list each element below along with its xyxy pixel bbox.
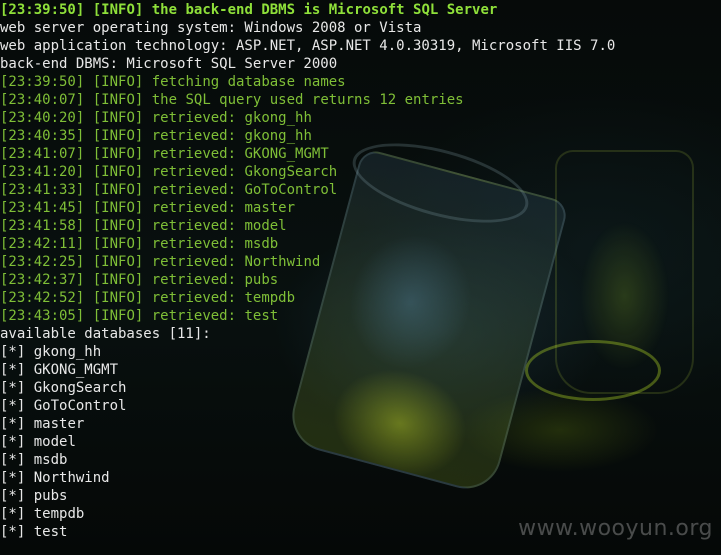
- database-list-item: [*] gkong_hh: [0, 344, 102, 360]
- log-line: [23:40:20] [INFO] retrieved: gkong_hh: [0, 110, 312, 126]
- info-line-dbms: back-end DBMS: Microsoft SQL Server 2000: [0, 56, 338, 72]
- log-line: [23:40:35] [INFO] retrieved: gkong_hh: [0, 128, 312, 144]
- log-line: [23:42:52] [INFO] retrieved: tempdb: [0, 290, 296, 306]
- log-line: [23:40:07] [INFO] the SQL query used ret…: [0, 92, 464, 108]
- log-line: [23:42:37] [INFO] retrieved: pubs: [0, 272, 279, 288]
- log-line: [23:41:45] [INFO] retrieved: master: [0, 200, 296, 216]
- terminal-output: [23:39:50] [INFO] the back-end DBMS is M…: [0, 1, 615, 541]
- log-line: [23:43:05] [INFO] retrieved: test: [0, 308, 279, 324]
- watermark: www.wooyun.org: [518, 516, 713, 541]
- database-list-item: [*] model: [0, 434, 76, 450]
- terminal-window[interactable]: [23:39:50] [INFO] the back-end DBMS is M…: [0, 0, 721, 555]
- log-line: [23:41:20] [INFO] retrieved: GkongSearch: [0, 164, 338, 180]
- database-list-item: [*] GKONG_MGMT: [0, 362, 119, 378]
- database-list-item: [*] GkongSearch: [0, 380, 127, 396]
- log-line: [23:41:33] [INFO] retrieved: GoToControl: [0, 182, 338, 198]
- databases-header: available databases [11]:: [0, 326, 211, 342]
- dbms-detected-line: [23:39:50] [INFO] the back-end DBMS is M…: [0, 2, 498, 18]
- info-line-os: web server operating system: Windows 200…: [0, 20, 422, 36]
- log-line: [23:42:25] [INFO] retrieved: Northwind: [0, 254, 321, 270]
- database-list-item: [*] Northwind: [0, 470, 110, 486]
- log-line: [23:41:58] [INFO] retrieved: model: [0, 218, 287, 234]
- info-line-tech: web application technology: ASP.NET, ASP…: [0, 38, 616, 54]
- log-line: [23:41:07] [INFO] retrieved: GKONG_MGMT: [0, 146, 329, 162]
- database-list-item: [*] pubs: [0, 488, 68, 504]
- database-list-item: [*] master: [0, 416, 85, 432]
- log-line: [23:42:11] [INFO] retrieved: msdb: [0, 236, 279, 252]
- database-list-item: [*] GoToControl: [0, 398, 127, 414]
- database-list-item: [*] msdb: [0, 452, 68, 468]
- log-line: [23:39:50] [INFO] fetching database name…: [0, 74, 346, 90]
